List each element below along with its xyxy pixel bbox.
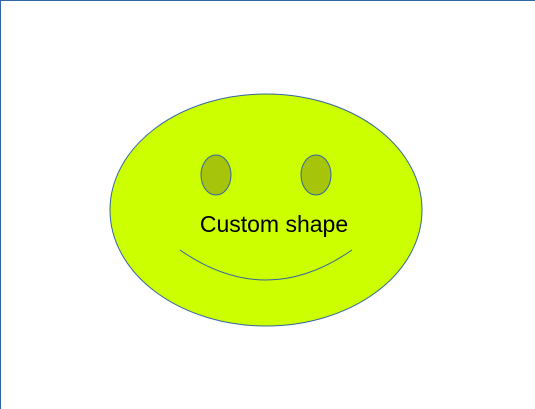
face-ellipse[interactable] [109, 93, 423, 327]
slide-canvas: Custom shape [0, 0, 535, 409]
right-eye [300, 154, 332, 196]
shape-label[interactable]: Custom shape [200, 211, 348, 237]
left-eye [200, 154, 232, 196]
smiley-shape[interactable]: Custom shape [0, 0, 535, 409]
